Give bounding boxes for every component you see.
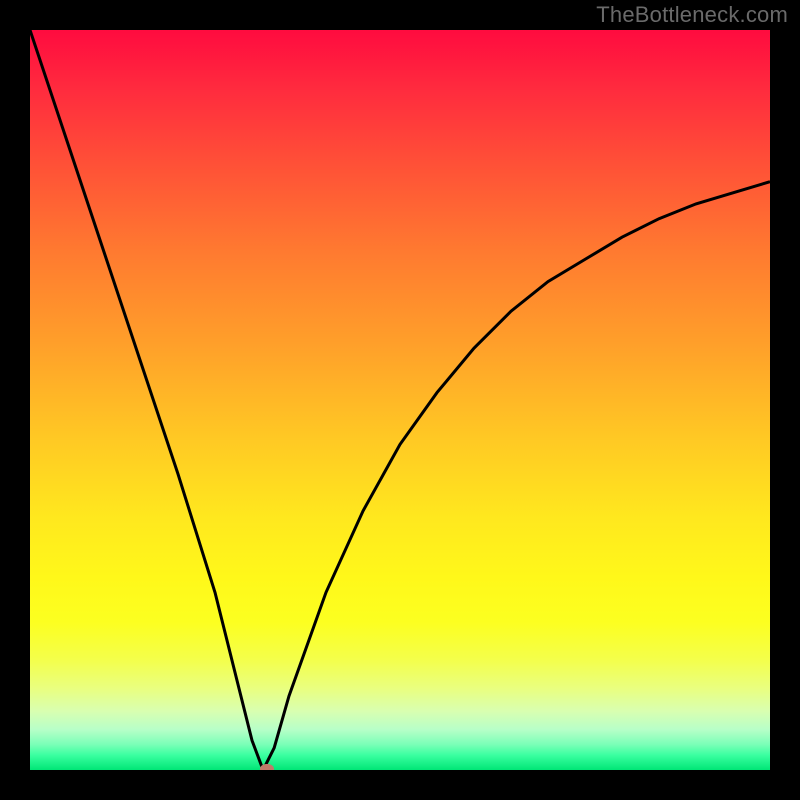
curve-path [30, 30, 770, 770]
optimal-point-marker [260, 764, 274, 770]
chart-frame: TheBottleneck.com [0, 0, 800, 800]
watermark-text: TheBottleneck.com [596, 2, 788, 28]
plot-area [30, 30, 770, 770]
bottleneck-curve [30, 30, 770, 770]
